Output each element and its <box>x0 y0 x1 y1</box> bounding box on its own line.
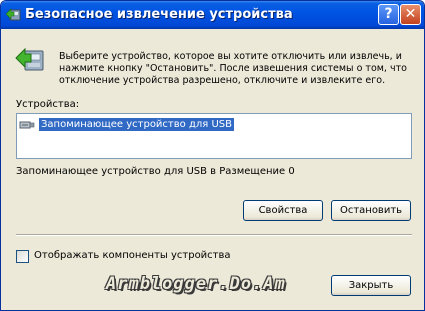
help-button[interactable]: ? <box>378 4 399 25</box>
usb-icon <box>19 121 35 129</box>
safely-remove-hardware-icon <box>5 8 21 21</box>
dialog-window: Безопасное извлечение устройства ? ✕ Выб… <box>0 0 425 311</box>
window-title: Безопасное извлечение устройства <box>25 7 293 22</box>
stop-button[interactable]: Остановить <box>331 200 411 221</box>
title-close-button[interactable]: ✕ <box>400 4 421 25</box>
instructions-text: Выберите устройство, которое вы хотите о… <box>59 51 407 86</box>
safely-remove-hardware-icon <box>15 47 44 71</box>
properties-button[interactable]: Свойства <box>243 200 323 221</box>
divider <box>16 234 412 236</box>
device-location-text: Запоминающее устройство для USB в Размещ… <box>16 166 295 177</box>
device-item-label: Запоминающее устройство для USB <box>39 118 234 131</box>
show-components-checkbox[interactable] <box>16 250 29 263</box>
devices-label: Устройства: <box>16 99 80 110</box>
list-item[interactable]: Запоминающее устройство для USB <box>19 117 234 132</box>
show-components-label[interactable]: Отображать компоненты устройства <box>34 250 231 261</box>
dialog-content: Выберите устройство, которое вы хотите о… <box>1 29 424 310</box>
devices-listbox[interactable]: Запоминающее устройство для USB <box>16 113 412 159</box>
title-bar[interactable]: Безопасное извлечение устройства ? ✕ <box>1 1 424 29</box>
watermark-text: Armblogger.Do.Am <box>106 274 286 294</box>
close-button[interactable]: Закрыть <box>331 275 411 296</box>
